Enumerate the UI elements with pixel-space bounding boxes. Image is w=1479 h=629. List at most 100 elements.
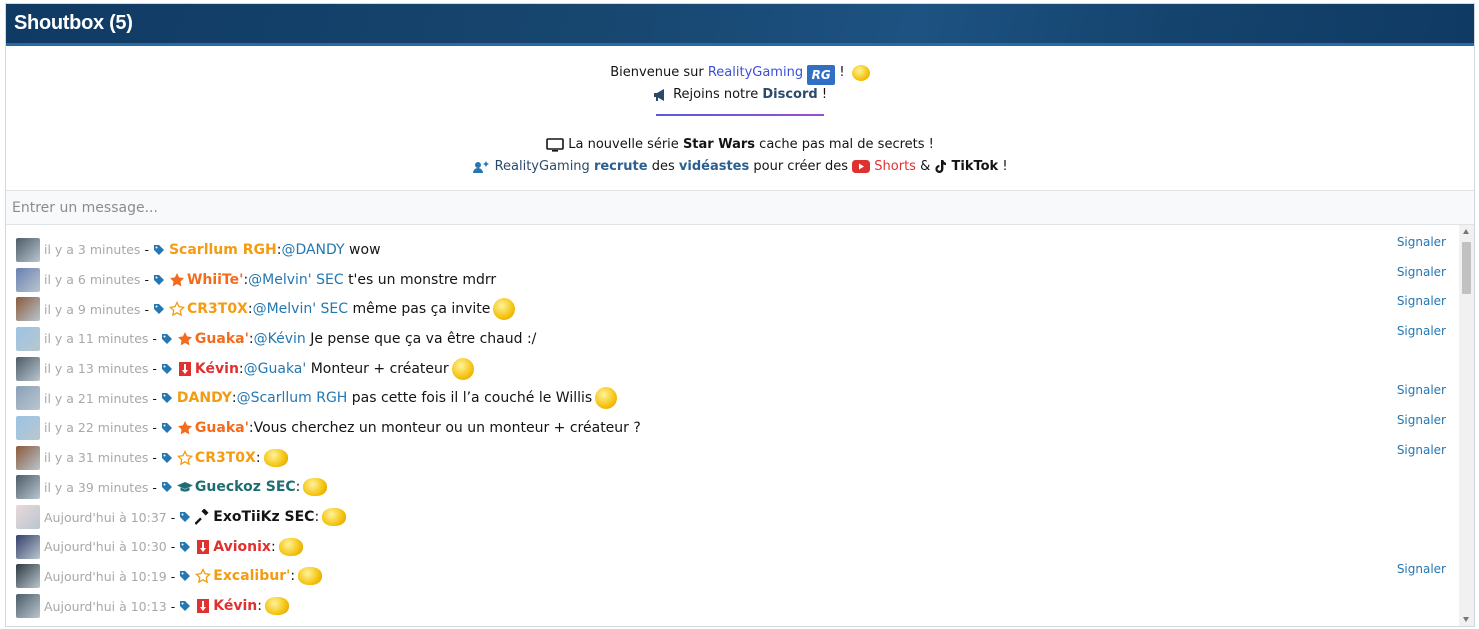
binoculars-emoji (303, 478, 328, 497)
time-separator: - (152, 390, 157, 406)
avatar[interactable] (16, 267, 40, 292)
scroll-up-icon[interactable] (1463, 229, 1469, 234)
shorts-link[interactable]: Shorts (874, 159, 916, 174)
message-row: il y a 3 minutes - Scarllum RGH: @DANDY wo… (6, 235, 1474, 265)
shoutbox-panel: Shoutbox (5) Bienvenue sur RealityGaming… (5, 3, 1475, 627)
tv-icon (546, 137, 564, 152)
welcome-suffix: ! (839, 65, 845, 80)
username-colon: : (257, 598, 262, 615)
discord-link[interactable]: Discord (762, 87, 817, 102)
report-link[interactable]: Signaler (1397, 562, 1446, 576)
report-link[interactable]: Signaler (1397, 294, 1446, 308)
message-username[interactable]: WhiiTe' (187, 272, 243, 288)
welcome-prefix: Bienvenue sur (610, 65, 704, 80)
report-link[interactable]: Signaler (1397, 413, 1446, 427)
report-link[interactable]: Signaler (1397, 443, 1446, 457)
star-outline-icon (195, 568, 212, 584)
motd-banner: Bienvenue sur RealityGaming RG ! Rejoins… (6, 46, 1474, 191)
starwars-suffix: cache pas mal de secrets ! (759, 137, 934, 152)
username-colon: : (255, 449, 261, 466)
message-mention[interactable]: @Guaka' (244, 361, 307, 377)
avatar[interactable] (16, 445, 40, 470)
avatar[interactable] (16, 594, 40, 619)
message-row: Aujourd'hui à 10:37- ExoTiiKz SEC: (6, 502, 1474, 532)
message-username[interactable]: Kévin (213, 598, 257, 614)
message-username[interactable]: Guaka' (195, 331, 249, 347)
tag-icon[interactable] (153, 244, 165, 256)
recruit-mid: des (651, 159, 675, 174)
message-username[interactable]: Excalibur' (213, 568, 290, 584)
message-row: Aujourd'hui à 10:19- Excalibur': Signaler (6, 562, 1474, 592)
message-username[interactable]: Avionix (213, 539, 271, 555)
tag-icon[interactable] (161, 392, 173, 404)
avatar[interactable] (16, 534, 40, 559)
binoculars-emoji (851, 64, 870, 81)
message-username[interactable]: Scarllum RGH (169, 242, 277, 258)
avatar[interactable] (16, 386, 40, 411)
tag-icon[interactable] (153, 274, 165, 286)
message-text: t'es un monstre mdrr (348, 271, 497, 288)
message-time: il y a 11 minutes (44, 331, 149, 347)
message-row: Aujourd'hui à 10:30- Avionix: (6, 532, 1474, 562)
avatar[interactable] (16, 564, 40, 589)
message-mention[interactable]: @Scarllum RGH (237, 390, 348, 406)
starwars-title: Star Wars (682, 137, 756, 152)
tag-icon[interactable] (179, 541, 191, 553)
tag-icon[interactable] (161, 363, 173, 375)
motd-divider (656, 114, 824, 116)
message-username[interactable]: Guaka' (195, 420, 249, 436)
message-row: il y a 11 minutes - Guaka': @Kévin Je pens… (6, 324, 1474, 354)
tag-icon[interactable] (179, 511, 191, 523)
message-username[interactable]: CR3T0X (195, 450, 256, 466)
messages-list: il y a 3 minutes - Scarllum RGH: @DANDY wo… (6, 225, 1474, 626)
message-mention[interactable]: @Melvin' SEC (253, 301, 348, 317)
avatar[interactable] (16, 415, 40, 440)
message-mention[interactable]: @DANDY (281, 242, 344, 258)
starwars-line: La nouvelle série Star Wars cache pas ma… (6, 134, 1474, 156)
welcome-brand-link[interactable]: RealityGaming (708, 65, 803, 80)
report-link[interactable]: Signaler (1397, 383, 1446, 397)
message-row: il y a 9 minutes - CR3T0X: @Melvin' SEC mê… (6, 294, 1474, 324)
recruit-word: recrute (593, 159, 648, 174)
tag-icon[interactable] (153, 303, 165, 315)
username-colon: : (290, 568, 296, 585)
tag-icon[interactable] (161, 481, 173, 493)
avatar[interactable] (16, 475, 40, 500)
star-outline-icon (176, 449, 193, 465)
report-link[interactable]: Signaler (1397, 324, 1446, 338)
tag-icon[interactable] (161, 422, 173, 434)
avatar[interactable] (16, 237, 40, 262)
report-link[interactable]: Signaler (1397, 235, 1446, 249)
time-separator: - (152, 450, 157, 466)
tag-icon[interactable] (179, 570, 191, 582)
message-username[interactable]: DANDY (177, 390, 232, 406)
avatar[interactable] (16, 326, 40, 351)
message-time: il y a 22 minutes (44, 420, 149, 436)
star-outline-icon (168, 301, 185, 317)
time-separator: - (144, 301, 149, 317)
tiktok-link[interactable]: TikTok (952, 159, 999, 174)
graduation-cap-icon (176, 482, 193, 492)
message-username[interactable]: ExoTiiKz SEC (213, 509, 314, 525)
tag-icon[interactable] (161, 452, 173, 464)
recruit-brand: RealityGaming (494, 159, 590, 174)
avatar[interactable] (16, 505, 40, 530)
report-link[interactable]: Signaler (1397, 265, 1446, 279)
time-separator: - (170, 598, 176, 614)
recruit-amp: & (920, 159, 931, 174)
avatar[interactable] (16, 297, 40, 322)
time-separator: - (152, 479, 157, 495)
message-username[interactable]: Gueckoz SEC (195, 479, 296, 495)
message-mention[interactable]: @Melvin' SEC (248, 272, 343, 288)
message-input[interactable] (6, 192, 1474, 223)
message-username[interactable]: Kévin (195, 361, 239, 377)
message-text: pas cette fois il l’a couché le Willis (351, 390, 593, 407)
message-row: il y a 6 minutes - WhiiTe': @Melvin' SEC t… (6, 265, 1474, 295)
tag-icon[interactable] (161, 333, 173, 345)
message-mention[interactable]: @Kévin (254, 331, 306, 347)
message-time: il y a 6 minutes (44, 272, 141, 288)
tag-icon[interactable] (179, 600, 191, 612)
wink-emoji (451, 357, 474, 380)
avatar[interactable] (16, 356, 40, 381)
message-username[interactable]: CR3T0X (187, 301, 248, 317)
